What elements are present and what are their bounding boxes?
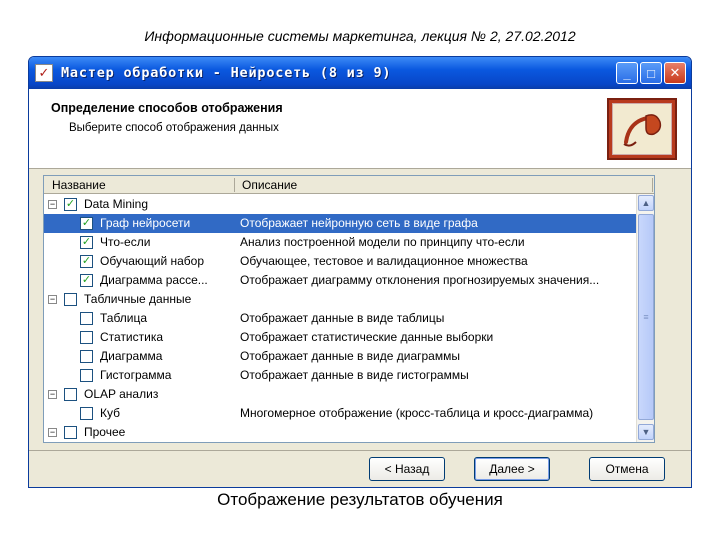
minimize-icon: _ — [623, 65, 631, 81]
check-icon: ✓ — [81, 236, 92, 248]
row-name: Data Mining — [84, 197, 149, 211]
tree-item-row[interactable]: Гистограмма Отображает данные в виде гист… — [44, 366, 636, 385]
row-name: Гистограмма — [100, 368, 172, 382]
tree-item-row[interactable]: Статистика Отображает статистические данн… — [44, 328, 636, 347]
checkbox-checked[interactable]: ✓ — [80, 217, 93, 230]
footer-divider — [29, 450, 691, 451]
window-title: Мастер обработки - Нейросеть (8 из 9) — [61, 65, 392, 81]
row-description: Отображает данные в виде диаграммы — [240, 349, 460, 363]
next-button[interactable]: Далее > — [474, 457, 550, 481]
checkbox-checked[interactable]: ✓ — [64, 198, 77, 211]
grid-header: Название Описание — [44, 176, 654, 194]
checkbox-unchecked[interactable] — [80, 407, 93, 420]
tree-group-row[interactable]: − OLAP анализ — [44, 385, 636, 404]
wizard-icon: ✓ — [35, 64, 53, 82]
checkbox-unchecked[interactable] — [80, 350, 93, 363]
check-icon: ✓ — [65, 198, 76, 210]
back-button[interactable]: < Назад — [369, 457, 445, 481]
row-name: Что-если — [100, 235, 151, 249]
row-name: Куб — [100, 406, 120, 420]
checkbox-checked[interactable]: ✓ — [80, 236, 93, 249]
step-title: Определение способов отображения — [51, 101, 283, 115]
tree-group-row[interactable]: − ✓ Data Mining — [44, 195, 636, 214]
pipe-logo-icon — [607, 98, 677, 160]
tree-item-row[interactable]: ✓ Диаграмма рассе... Отображает диаграмму … — [44, 271, 636, 290]
row-name: Диаграмма — [100, 349, 163, 363]
tree-item-row[interactable]: ✓ Что-если Анализ построенной модели по пр… — [44, 233, 636, 252]
row-description: Анализ построенной модели по принципу чт… — [240, 235, 525, 249]
close-button[interactable]: ✕ — [664, 62, 686, 84]
chevron-down-icon: ▼ — [641, 427, 651, 437]
minimize-button[interactable]: _ — [616, 62, 638, 84]
tree-item-row[interactable]: Куб Многомерное отображение (кросс-таблиц… — [44, 404, 636, 423]
row-description: Отображает данные в виде таблицы — [240, 311, 445, 325]
slide-caption: Отображение результатов обучения — [217, 490, 503, 509]
check-icon: ✓ — [81, 255, 92, 267]
row-description: Отображает диаграмму отклонения прогнози… — [240, 273, 600, 287]
row-description: Отображает данные в виде гистограммы — [240, 368, 469, 382]
tree-item-row[interactable]: Диаграмма Отображает данные в виде диагра… — [44, 347, 636, 366]
tree-item-row[interactable]: Таблица Отображает данные в виде таблицы — [44, 309, 636, 328]
checkbox-unchecked[interactable] — [64, 388, 77, 401]
collapse-icon[interactable]: − — [48, 295, 57, 304]
row-description: Обучающее, тестовое и валидационное множ… — [240, 254, 528, 268]
row-name: Прочее — [84, 425, 126, 439]
row-description: Отображает нейронную сеть в виде графа — [240, 216, 478, 230]
row-name: Обучающий набор — [100, 254, 205, 268]
close-icon: ✕ — [669, 65, 681, 80]
maximize-icon: □ — [647, 65, 655, 81]
cancel-button[interactable]: Отмена — [589, 457, 665, 481]
column-separator[interactable] — [234, 178, 235, 192]
checkbox-unchecked[interactable] — [80, 369, 93, 382]
maximize-button[interactable]: □ — [640, 62, 662, 84]
tree-item-row[interactable]: ✓ Обучающий набор Обучающее, тестовое и ва… — [44, 252, 636, 271]
tree-group-row[interactable]: − Прочее — [44, 423, 636, 442]
checkbox-unchecked[interactable] — [80, 312, 93, 325]
tree-item-row[interactable]: ✓ Граф нейросети Отображает нейронную сеть… — [44, 214, 636, 233]
row-name: Таблица — [100, 311, 148, 325]
vertical-scrollbar[interactable]: ▲ ≡ ▼ — [636, 194, 654, 442]
wizard-header: Определение способов отображения Выберит… — [29, 89, 691, 169]
column-separator[interactable] — [652, 178, 653, 192]
scroll-thumb[interactable]: ≡ — [638, 214, 654, 420]
collapse-icon[interactable]: − — [48, 390, 57, 399]
row-description: Отображает статистические данные выборки — [240, 330, 494, 344]
checkbox-checked[interactable]: ✓ — [80, 274, 93, 287]
check-icon: ✓ — [81, 217, 92, 229]
checkbox-unchecked[interactable] — [64, 293, 77, 306]
chevron-up-icon: ▲ — [641, 198, 651, 208]
collapse-icon[interactable]: − — [48, 428, 57, 437]
row-name: Граф нейросети — [100, 216, 191, 230]
row-name: Диаграмма рассе... — [100, 273, 208, 287]
slide-header: Информационные системы маркетинга, лекци… — [144, 28, 576, 44]
column-header-name[interactable]: Название — [52, 178, 106, 192]
column-header-description[interactable]: Описание — [242, 178, 297, 192]
row-name: OLAP анализ — [84, 387, 159, 401]
scroll-down-button[interactable]: ▼ — [638, 424, 654, 440]
scroll-up-button[interactable]: ▲ — [638, 195, 654, 211]
grip-icon: ≡ — [643, 312, 649, 322]
display-methods-grid: Название Описание − ✓ Data Mining ✓ Граф ней… — [43, 175, 655, 443]
checkbox-unchecked[interactable] — [64, 426, 77, 439]
tree-group-row[interactable]: − Табличные данные — [44, 290, 636, 309]
checkbox-checked[interactable]: ✓ — [80, 255, 93, 268]
row-name: Статистика — [100, 330, 164, 344]
checkbox-unchecked[interactable] — [80, 331, 93, 344]
step-subtitle: Выберите способ отображения данных — [69, 122, 279, 134]
wizard-window: ✓ Мастер обработки - Нейросеть (8 из 9) … — [28, 56, 692, 488]
row-description: Многомерное отображение (кросс-таблица и… — [240, 406, 594, 420]
collapse-icon[interactable]: − — [48, 200, 57, 209]
row-name: Табличные данные — [84, 292, 192, 306]
window-controls: _ □ ✕ — [616, 62, 686, 84]
check-icon: ✓ — [81, 274, 92, 286]
title-bar[interactable]: ✓ Мастер обработки - Нейросеть (8 из 9) … — [29, 57, 691, 89]
